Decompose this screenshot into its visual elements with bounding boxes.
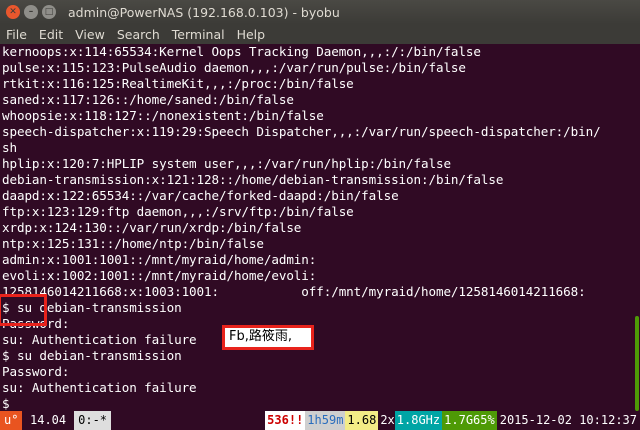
- cpu-count: 2x: [378, 411, 395, 430]
- terminal-line: evoli:x:1002:1001::/mnt/myraid/home/evol…: [2, 268, 317, 283]
- terminal-line: admin:x:1001:1001::/mnt/myraid/home/admi…: [2, 252, 317, 267]
- menu-file[interactable]: File: [4, 27, 29, 42]
- terminal-line: debian-transmission:x:121:128::/home/deb…: [2, 172, 504, 187]
- scrollbar-thumb[interactable]: [635, 316, 639, 411]
- terminal-line: Password:: [2, 316, 70, 331]
- title-bar: ✕ – □ admin@PowerNAS (192.168.0.103) - b…: [0, 0, 640, 24]
- terminal-line: sh: [2, 140, 17, 155]
- date-time: 2015-12-02 10:12:37: [496, 411, 640, 430]
- release-version: 14.04: [22, 411, 75, 430]
- load-average: 1.68: [345, 411, 379, 430]
- terminal-line: kernoops:x:114:65534:Kernel Oops Trackin…: [2, 44, 481, 59]
- terminal-output[interactable]: kernoops:x:114:65534:Kernel Oops Trackin…: [0, 44, 634, 411]
- ubuntu-logo-icon: u°: [0, 411, 22, 430]
- terminal-line: daapd:x:122:65534::/var/cache/forked-daa…: [2, 188, 399, 203]
- terminal-line: ntp:x:125:131::/home/ntp:/bin/false: [2, 236, 264, 251]
- memory-usage: 1.7G65%: [442, 411, 497, 430]
- menu-bar: File Edit View Search Terminal Help: [0, 24, 640, 44]
- terminal-line: 1258146014211668:x:1003:1001: off:/mnt/m…: [2, 284, 586, 299]
- uptime: 1h59m: [305, 411, 346, 430]
- terminal-line: Password:: [2, 364, 70, 379]
- close-button[interactable]: ✕: [6, 5, 20, 19]
- highlight-box-usernames: [0, 294, 47, 326]
- terminal-line: speech-dispatcher:x:119:29:Speech Dispat…: [2, 124, 601, 139]
- terminal-line: $ su debian-transmission: [2, 300, 182, 315]
- terminal-line: ftp:x:123:129:ftp daemon,,,:/srv/ftp:/bi…: [2, 204, 354, 219]
- terminal-line: pulse:x:115:123:PulseAudio daemon,,,:/va…: [2, 60, 466, 75]
- updates-available: 536!!: [265, 411, 306, 430]
- terminal-line: rtkit:x:116:125:RealtimeKit,,,:/proc:/bi…: [2, 76, 354, 91]
- terminal-line: $ su debian-transmission: [2, 348, 182, 363]
- byobu-status-bar: u° 14.04 0:-* 536!! 1h59m 1.68 2x 1.8GHz…: [0, 411, 640, 430]
- menu-help[interactable]: Help: [235, 27, 268, 42]
- terminal-line: saned:x:117:126::/home/saned:/bin/false: [2, 92, 294, 107]
- terminal-line: $: [2, 396, 17, 411]
- terminal-line: hplip:x:120:7:HPLIP system user,,,:/var/…: [2, 156, 451, 171]
- highlight-box-fullname: Fb,路筱雨,: [222, 325, 314, 350]
- menu-search[interactable]: Search: [115, 27, 162, 42]
- terminal-line: whoopsie:x:118:127::/nonexistent:/bin/fa…: [2, 108, 324, 123]
- menu-terminal[interactable]: Terminal: [170, 27, 227, 42]
- cpu-frequency: 1.8GHz: [394, 411, 443, 430]
- maximize-button[interactable]: □: [42, 5, 56, 19]
- window-tab[interactable]: 0:-*: [74, 411, 112, 430]
- menu-edit[interactable]: Edit: [37, 27, 65, 42]
- terminal-line: su: Authentication failure: [2, 332, 197, 347]
- minimize-button[interactable]: –: [24, 5, 38, 19]
- terminal-line: su: Authentication failure: [2, 380, 197, 395]
- window-title: admin@PowerNAS (192.168.0.103) - byobu: [68, 4, 340, 20]
- scrollbar[interactable]: [634, 44, 640, 411]
- terminal-line: xrdp:x:124:130::/var/run/xrdp:/bin/false: [2, 220, 302, 235]
- menu-view[interactable]: View: [73, 27, 107, 42]
